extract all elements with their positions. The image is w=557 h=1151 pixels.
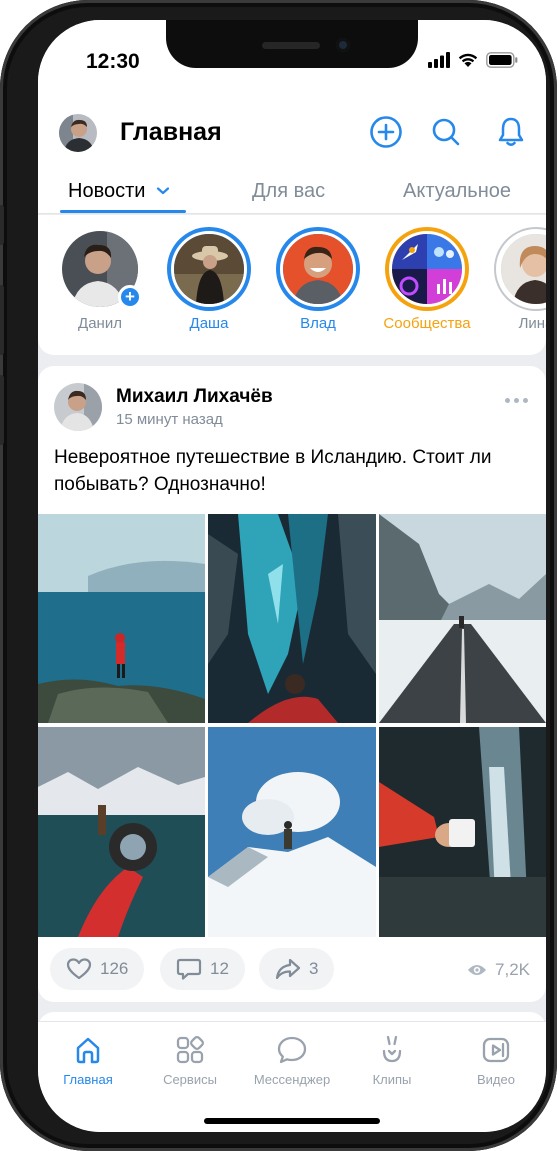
comment-button[interactable]: 12 [160, 948, 245, 990]
messenger-icon [277, 1036, 307, 1064]
story-avatar [276, 227, 360, 311]
views-counter: 7,2K [467, 960, 530, 980]
battery-icon [486, 52, 518, 68]
services-icon [176, 1036, 204, 1064]
share-button[interactable]: 3 [259, 948, 335, 990]
signal-icon [428, 52, 450, 68]
tab-news[interactable]: Новости [68, 180, 171, 203]
tabbar-item-video[interactable]: Видео [448, 1032, 544, 1087]
tabbar-label: Сервисы [163, 1072, 217, 1087]
eye-icon [468, 965, 487, 975]
silent-switch [0, 205, 4, 245]
share-icon [275, 958, 301, 980]
photo-tile[interactable] [38, 514, 205, 723]
stories-row: + Данил Даша Влад Сообщества Лин [38, 215, 546, 355]
photo-tile[interactable] [38, 727, 205, 937]
screen: 12:30 Главная Новости Для вас Актуальное… [38, 20, 546, 1132]
photo-grid [38, 514, 546, 937]
speaker [262, 42, 320, 49]
post-author-name[interactable]: Михаил Лихачёв [116, 386, 273, 408]
tab-trending[interactable]: Актуальное [403, 180, 511, 203]
tabbar-label: Видео [477, 1072, 515, 1087]
front-camera [336, 38, 350, 52]
post-author-avatar[interactable] [54, 383, 102, 431]
plus-circle-icon [370, 116, 402, 148]
more-options-icon[interactable] [505, 398, 528, 403]
wifi-icon [458, 53, 478, 67]
story-item[interactable]: Даша [163, 227, 255, 332]
search-icon [432, 118, 460, 146]
active-tab-indicator [60, 210, 186, 213]
share-count: 3 [309, 959, 319, 978]
story-name: Лина [518, 315, 546, 332]
like-button[interactable]: 126 [50, 948, 145, 990]
post-text: Невероятное путешествие в Исландию. Стои… [54, 447, 492, 495]
tabbar-item-messenger[interactable]: Мессенджер [244, 1032, 340, 1087]
search-button[interactable] [428, 114, 464, 150]
story-avatar [494, 227, 546, 311]
story-item[interactable]: Сообщества [381, 227, 473, 332]
add-story-badge[interactable]: + [118, 285, 142, 309]
tabbar-item-home[interactable]: Главная [40, 1032, 136, 1087]
photo-tile[interactable] [208, 727, 376, 937]
post-timestamp: 15 минут назад [116, 411, 223, 428]
page-title: Главная [120, 118, 222, 146]
chevron-down-icon [156, 187, 170, 195]
tab-for-you[interactable]: Для вас [252, 180, 325, 203]
tab-news-label: Новости [68, 180, 146, 202]
comment-count: 12 [210, 959, 229, 978]
bottom-tab-bar: Главная Сервисы Мессенджер Клипы Видео [38, 1021, 546, 1132]
clips-icon [382, 1035, 402, 1063]
photo-tile[interactable] [379, 514, 546, 723]
home-icon [76, 1037, 100, 1064]
status-time: 12:30 [86, 50, 140, 73]
story-name: Данил [78, 315, 122, 332]
phone-frame: 12:30 Главная Новости Для вас Актуальное… [0, 0, 557, 1151]
story-avatar [167, 227, 251, 311]
story-name: Даша [189, 315, 229, 332]
photo-tile[interactable] [208, 514, 376, 723]
story-name: Влад [300, 315, 336, 332]
story-name: Сообщества [383, 315, 471, 332]
video-icon [482, 1037, 510, 1063]
like-count: 126 [100, 959, 129, 978]
tabbar-label: Главная [63, 1072, 113, 1087]
profile-avatar[interactable] [59, 114, 97, 152]
views-count: 7,2K [495, 960, 530, 979]
tabbar-label: Мессенджер [253, 1072, 331, 1087]
story-item[interactable]: Влад [272, 227, 364, 332]
tabbar-label: Клипы [372, 1072, 412, 1087]
story-item[interactable]: Лина [490, 227, 546, 332]
feed-tabs: Новости Для вас Актуальное [38, 170, 546, 214]
status-icons [428, 52, 518, 68]
post-card: Михаил Лихачёв 15 минут назад Невероятно… [38, 366, 546, 1002]
tabbar-item-services[interactable]: Сервисы [142, 1032, 238, 1087]
app-header: Главная [38, 100, 546, 170]
bell-icon [498, 117, 524, 146]
volume-up-button [0, 285, 4, 355]
story-item[interactable]: + Данил [54, 227, 146, 332]
story-avatar: + [58, 227, 142, 311]
story-avatar [385, 227, 469, 311]
notifications-button[interactable] [493, 114, 529, 150]
add-post-button[interactable] [368, 114, 404, 150]
tabbar-item-clips[interactable]: Клипы [344, 1032, 440, 1087]
photo-tile[interactable] [379, 727, 546, 937]
post-actions: 126 12 3 7,2K [38, 946, 546, 994]
heart-icon [66, 958, 92, 980]
volume-down-button [0, 375, 4, 445]
home-indicator[interactable] [204, 1118, 380, 1124]
notch [166, 20, 418, 68]
comment-icon [176, 958, 202, 980]
